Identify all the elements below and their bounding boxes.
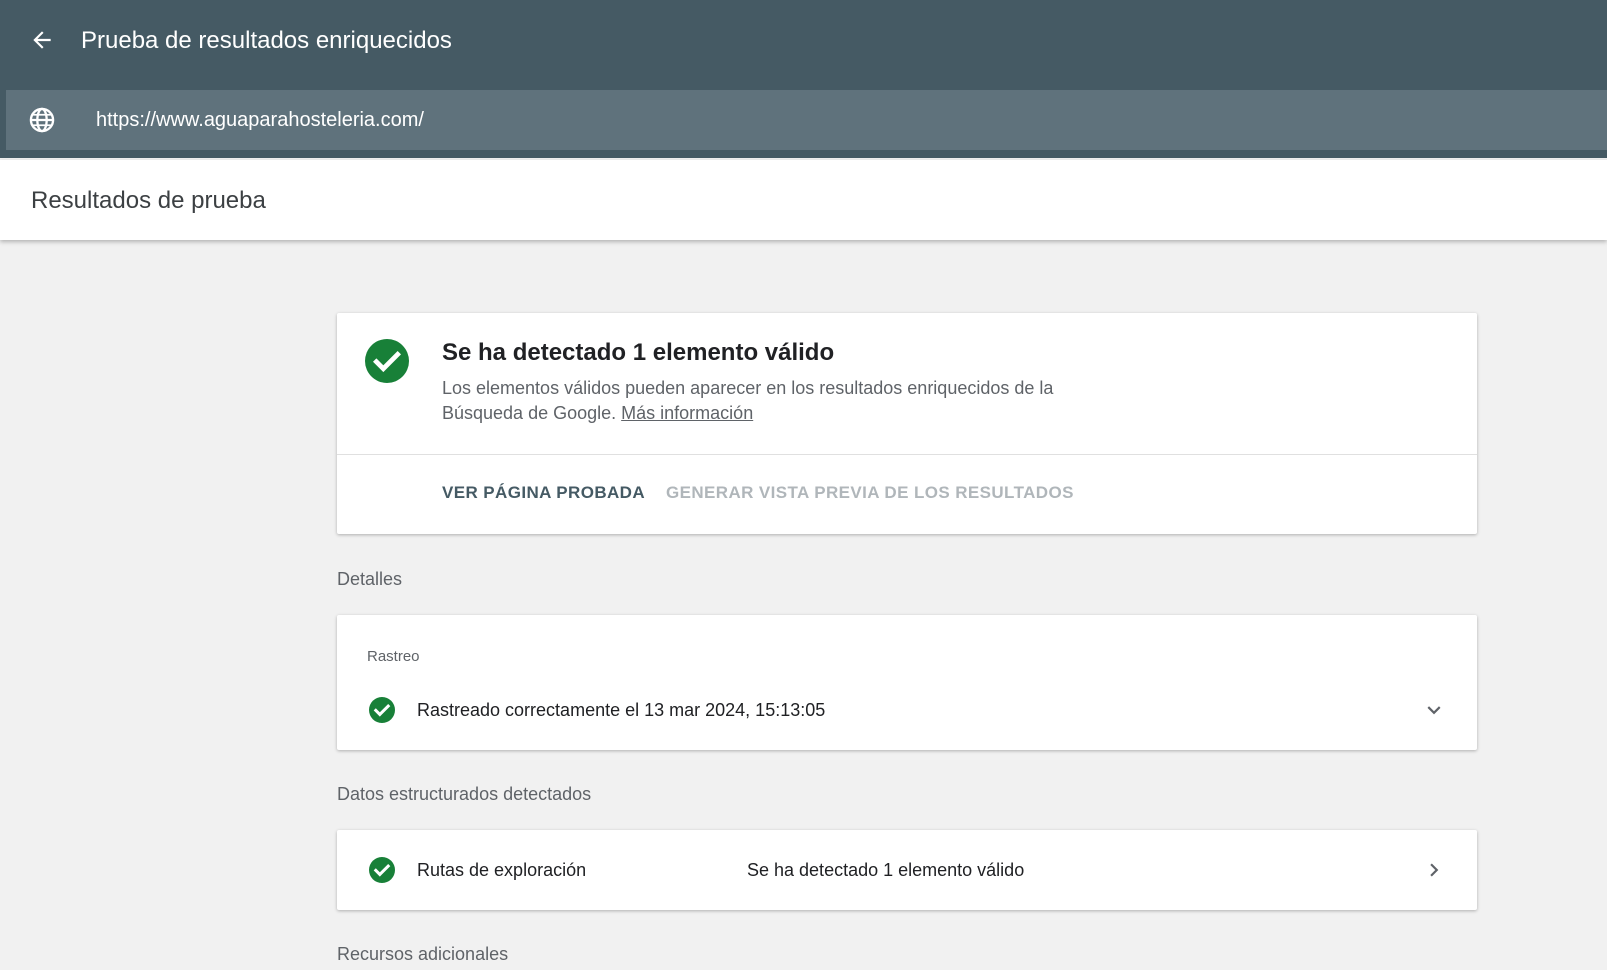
crawl-card[interactable]: Rastreo Rastreado correctamente el 13 ma…	[337, 615, 1477, 750]
arrow-back-icon	[33, 31, 51, 49]
tested-url[interactable]: https://www.aguaparahosteleria.com/	[96, 108, 424, 132]
crawl-status: Rastreado correctamente el 13 mar 2024, …	[417, 700, 826, 720]
structured-data-label: Datos estructurados detectados	[337, 784, 592, 804]
check-circle-icon	[369, 857, 395, 883]
app-title: Prueba de resultados enriquecidos	[81, 27, 452, 54]
back-button[interactable]	[24, 22, 60, 58]
chevron-down-icon[interactable]	[1421, 697, 1447, 723]
url-bar[interactable]: https://www.aguaparahosteleria.com/	[6, 90, 1607, 150]
results-header: Resultados de prueba	[0, 160, 1607, 240]
list-item[interactable]: Rutas de exploración Se ha detectado 1 e…	[337, 830, 1477, 910]
globe-icon	[26, 104, 58, 136]
preview-results-button[interactable]: GENERAR VISTA PREVIA DE LOS RESULTADOS	[666, 481, 1074, 505]
crawl-label: Rastreo	[367, 648, 420, 665]
summary-card: Se ha detectado 1 elemento válido Los el…	[337, 313, 1477, 534]
summary-description: Los elementos válidos pueden aparecer en…	[442, 376, 1102, 426]
view-tested-page-button[interactable]: VER PÁGINA PROBADA	[442, 481, 645, 505]
divider	[337, 454, 1477, 455]
chevron-right-icon	[1430, 863, 1439, 877]
resources-label: Recursos adicionales	[337, 944, 509, 964]
summary-headline: Se ha detectado 1 elemento válido	[442, 339, 835, 366]
details-label: Detalles	[337, 569, 403, 589]
app-bar: Prueba de resultados enriquecidos https:…	[0, 0, 1607, 158]
results-title: Resultados de prueba	[31, 187, 266, 214]
structured-item-name: Rutas de exploración	[417, 860, 587, 880]
check-circle-icon	[369, 697, 395, 723]
more-info-link[interactable]: Más información	[621, 403, 753, 423]
check-circle-icon	[365, 339, 409, 383]
structured-item-status: Se ha detectado 1 elemento válido	[747, 860, 1025, 880]
